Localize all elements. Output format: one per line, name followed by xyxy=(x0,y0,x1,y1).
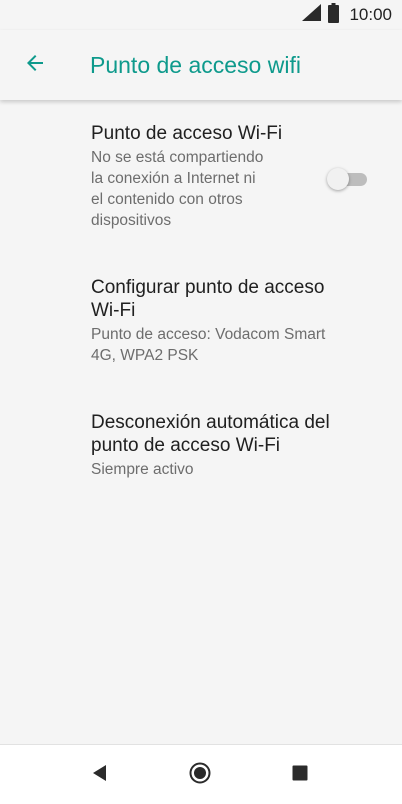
system-nav-bar xyxy=(0,744,402,804)
status-time: 10:00 xyxy=(349,5,392,24)
nav-home-button[interactable] xyxy=(170,745,230,804)
summary-line: Siempre activo xyxy=(91,461,194,478)
summary-line: Punto de acceso: Vodacom Smart xyxy=(91,326,326,343)
summary-line: dispositivos xyxy=(91,212,172,229)
status-bar: 10:00 xyxy=(0,0,402,30)
pref-configure-hotspot[interactable]: Configurar punto de acceso Wi-Fi Punto d… xyxy=(91,276,381,366)
pref-configure-hotspot-summary: Punto de acceso: Vodacom Smart 4G, WPA2 … xyxy=(91,324,381,366)
signal-icon xyxy=(302,3,322,27)
summary-line: No se está compartiendo xyxy=(91,149,264,166)
summary-line: 4G, WPA2 PSK xyxy=(91,347,199,364)
pref-wifi-hotspot-summary: No se está compartiendo la conexión a In… xyxy=(91,147,331,231)
pref-wifi-hotspot[interactable]: Punto de acceso Wi-Fi No se está compart… xyxy=(91,122,331,231)
arrow-left-icon xyxy=(23,51,47,80)
title-line: Configurar punto de acceso xyxy=(91,277,325,298)
nav-back-button[interactable] xyxy=(70,745,130,804)
nav-recents-button[interactable] xyxy=(270,745,330,804)
summary-line: la conexión a Internet ni xyxy=(91,170,256,187)
pref-auto-disconnect[interactable]: Desconexión automática del punto de acce… xyxy=(91,411,381,480)
title-line: punto de acceso Wi-Fi xyxy=(91,435,281,456)
square-recents-icon xyxy=(292,765,308,786)
pref-configure-hotspot-title: Configurar punto de acceso Wi-Fi xyxy=(91,276,381,322)
title-line: Desconexión automática del xyxy=(91,412,330,433)
page-title: Punto de acceso wifi xyxy=(90,51,301,78)
circle-home-icon xyxy=(189,762,211,789)
battery-icon xyxy=(328,2,340,28)
pref-wifi-hotspot-title: Punto de acceso Wi-Fi xyxy=(91,123,283,144)
back-button[interactable] xyxy=(0,30,70,100)
pref-auto-disconnect-summary: Siempre activo xyxy=(91,459,381,480)
pref-auto-disconnect-title: Desconexión automática del punto de acce… xyxy=(91,411,381,457)
app-bar: Punto de acceso wifi xyxy=(0,30,402,100)
hotspot-toggle-switch[interactable] xyxy=(327,167,369,191)
toggle-thumb xyxy=(327,168,349,190)
triangle-back-icon xyxy=(92,764,108,787)
screen: 10:00 Punto de acceso wifi Punto de acce… xyxy=(0,0,402,804)
title-line: Wi-Fi xyxy=(91,300,136,321)
summary-line: el contenido con otros xyxy=(91,191,243,208)
